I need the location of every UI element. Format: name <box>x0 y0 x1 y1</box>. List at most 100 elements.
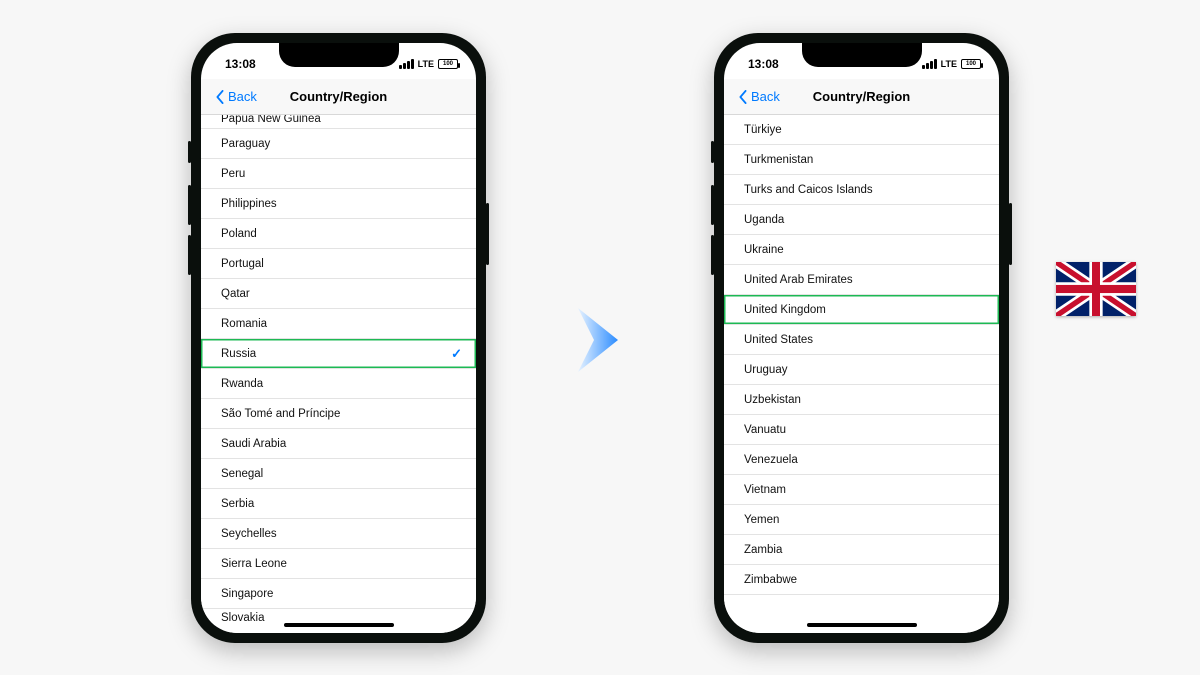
list-item[interactable]: Romania <box>201 309 476 339</box>
back-label: Back <box>228 89 257 104</box>
list-item[interactable]: Papua New Guinea <box>201 115 476 129</box>
list-item[interactable]: Uruguay <box>724 355 999 385</box>
list-item[interactable]: Singapore <box>201 579 476 609</box>
country-label: Serbia <box>221 498 254 510</box>
status-time: 13:08 <box>225 57 256 71</box>
country-list[interactable]: Türkiye Turkmenistan Turks and Caicos Isla… <box>724 115 999 633</box>
volume-down <box>188 235 191 275</box>
list-item[interactable]: United Arab Emirates <box>724 265 999 295</box>
country-label: United States <box>744 334 813 346</box>
uk-flag-icon <box>1056 262 1136 316</box>
list-item[interactable]: Turks and Caicos Islands <box>724 175 999 205</box>
list-item[interactable]: Yemen <box>724 505 999 535</box>
list-item[interactable]: Poland <box>201 219 476 249</box>
country-label: Zambia <box>744 544 782 556</box>
country-label: Uganda <box>744 214 784 226</box>
notch <box>279 43 399 67</box>
country-label: Vanuatu <box>744 424 786 436</box>
country-label: Rwanda <box>221 378 263 390</box>
country-label: Paraguay <box>221 138 270 150</box>
list-item[interactable]: Saudi Arabia <box>201 429 476 459</box>
country-label: São Tomé and Príncipe <box>221 408 340 420</box>
phone-left: 13:08 LTE 100 Back Country/Region Papua … <box>191 33 486 643</box>
list-item[interactable]: Rwanda <box>201 369 476 399</box>
list-item[interactable]: Uzbekistan <box>724 385 999 415</box>
notch <box>802 43 922 67</box>
country-label: Romania <box>221 318 267 330</box>
country-label: Yemen <box>744 514 779 526</box>
back-button[interactable]: Back <box>724 89 780 104</box>
country-label: Seychelles <box>221 528 277 540</box>
back-button[interactable]: Back <box>201 89 257 104</box>
country-label: Qatar <box>221 288 250 300</box>
country-label: Türkiye <box>744 124 782 136</box>
list-item[interactable]: Philippines <box>201 189 476 219</box>
country-label: Venezuela <box>744 454 798 466</box>
list-item[interactable]: United States <box>724 325 999 355</box>
list-item[interactable]: Zambia <box>724 535 999 565</box>
list-item[interactable]: Türkiye <box>724 115 999 145</box>
list-item[interactable]: Turkmenistan <box>724 145 999 175</box>
phone-right: 13:08 LTE 100 Back Country/Region Türkiy… <box>714 33 1009 643</box>
battery-icon: 100 <box>438 59 458 69</box>
country-label: Turks and Caicos Islands <box>744 184 873 196</box>
country-label: Uruguay <box>744 364 787 376</box>
country-label: Zimbabwe <box>744 574 797 586</box>
home-indicator[interactable] <box>807 623 917 627</box>
list-item[interactable]: United Kingdom <box>724 295 999 325</box>
nav-bar: Back Country/Region <box>724 79 999 115</box>
list-item[interactable]: São Tomé and Príncipe <box>201 399 476 429</box>
country-list[interactable]: Papua New Guinea Paraguay Peru Philippines P… <box>201 115 476 633</box>
country-label: United Arab Emirates <box>744 274 853 286</box>
country-label: Uzbekistan <box>744 394 801 406</box>
list-item[interactable]: Seychelles <box>201 519 476 549</box>
country-label: Singapore <box>221 588 273 600</box>
country-label: Peru <box>221 168 245 180</box>
country-label: Senegal <box>221 468 263 480</box>
list-item[interactable]: Serbia <box>201 489 476 519</box>
country-label: Papua New Guinea <box>221 115 321 125</box>
list-item[interactable]: Ukraine <box>724 235 999 265</box>
home-indicator[interactable] <box>284 623 394 627</box>
list-item[interactable]: Russia ✓ <box>201 339 476 369</box>
battery-icon: 100 <box>961 59 981 69</box>
country-label: Turkmenistan <box>744 154 813 166</box>
checkmark-icon: ✓ <box>451 346 462 362</box>
list-item[interactable]: Uganda <box>724 205 999 235</box>
back-label: Back <box>751 89 780 104</box>
country-label: Philippines <box>221 198 277 210</box>
arrow-icon <box>560 300 640 380</box>
volume-up <box>188 185 191 225</box>
list-item[interactable]: Senegal <box>201 459 476 489</box>
chevron-left-icon <box>738 90 748 104</box>
network-label: LTE <box>418 59 434 69</box>
list-item[interactable]: Paraguay <box>201 129 476 159</box>
mute-switch <box>188 141 191 163</box>
volume-down <box>711 235 714 275</box>
signal-icon <box>399 59 414 69</box>
country-label: Ukraine <box>744 244 784 256</box>
volume-up <box>711 185 714 225</box>
list-item[interactable]: Sierra Leone <box>201 549 476 579</box>
list-item[interactable]: Peru <box>201 159 476 189</box>
country-label: United Kingdom <box>744 304 826 316</box>
chevron-left-icon <box>215 90 225 104</box>
country-label: Russia <box>221 348 256 360</box>
nav-bar: Back Country/Region <box>201 79 476 115</box>
signal-icon <box>922 59 937 69</box>
power-button <box>486 203 489 265</box>
status-time: 13:08 <box>748 57 779 71</box>
country-label: Portugal <box>221 258 264 270</box>
list-item[interactable]: Qatar <box>201 279 476 309</box>
list-item[interactable]: Vanuatu <box>724 415 999 445</box>
mute-switch <box>711 141 714 163</box>
list-item[interactable]: Venezuela <box>724 445 999 475</box>
list-item[interactable]: Portugal <box>201 249 476 279</box>
country-label: Poland <box>221 228 257 240</box>
country-label: Vietnam <box>744 484 786 496</box>
list-item[interactable]: Zimbabwe <box>724 565 999 595</box>
country-label: Sierra Leone <box>221 558 287 570</box>
power-button <box>1009 203 1012 265</box>
country-label: Saudi Arabia <box>221 438 286 450</box>
list-item[interactable]: Vietnam <box>724 475 999 505</box>
